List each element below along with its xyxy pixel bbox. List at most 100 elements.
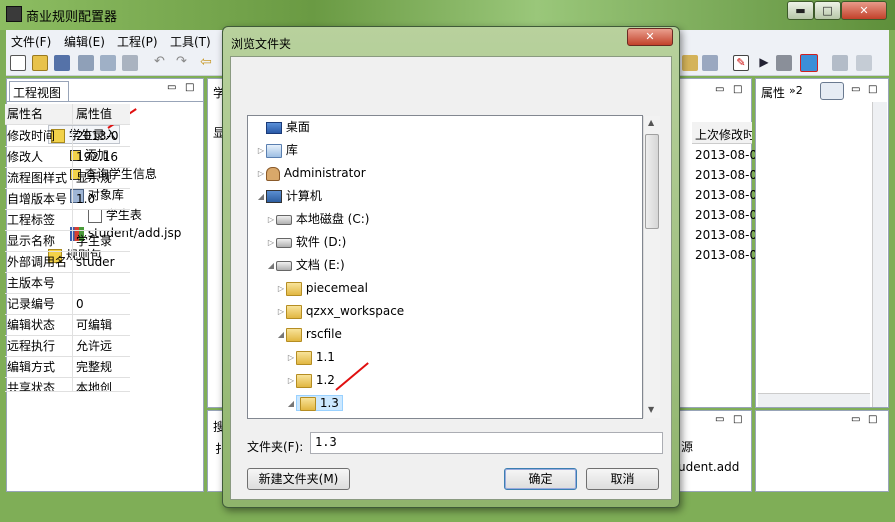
folder-node-label: 库: [285, 143, 298, 157]
save-icon[interactable]: [54, 55, 70, 71]
rule2-icon[interactable]: [702, 55, 718, 71]
run-icon[interactable]: ▶: [756, 55, 772, 71]
folder-node-qzxx-workspace[interactable]: ▷ qzxx_workspace: [276, 301, 404, 323]
scrollbar-thumb[interactable]: [645, 134, 659, 229]
property-row[interactable]: 共享状态 本地创: [5, 378, 130, 392]
tab-properties[interactable]: 属性: [761, 84, 785, 101]
property-row[interactable]: 修改人 192.16: [5, 147, 130, 168]
property-row[interactable]: 流程图样式 显示规: [5, 168, 130, 189]
library-icon: [266, 143, 282, 158]
expander-icon[interactable]: ◢: [266, 256, 276, 276]
expander-icon[interactable]: ▷: [276, 279, 286, 299]
panel-minimize-icon[interactable]: ▭: [715, 84, 724, 95]
panel-maximize-icon[interactable]: □: [185, 82, 194, 93]
open-folder-icon[interactable]: [32, 55, 48, 71]
menu-project[interactable]: 工程(P): [117, 33, 158, 50]
property-row[interactable]: 修改时间 2013-0: [5, 126, 130, 147]
minimize-button[interactable]: ▬: [787, 1, 814, 20]
folder-node-library[interactable]: ▷ 库: [256, 140, 298, 162]
properties-vscrollbar[interactable]: [872, 102, 887, 407]
panel-minimize-icon[interactable]: ▭: [715, 414, 724, 425]
expander-icon[interactable]: ◢: [276, 325, 286, 345]
property-row[interactable]: 显示名称 学生录: [5, 231, 130, 252]
tab-overflow[interactable]: »2: [789, 84, 803, 97]
copy-icon[interactable]: [100, 55, 116, 71]
undo-icon[interactable]: ↶: [154, 55, 170, 71]
save-all-icon[interactable]: [78, 55, 94, 71]
cancel-button[interactable]: 取消: [586, 468, 659, 490]
expander-icon[interactable]: ▷: [276, 302, 286, 322]
column-header-modified[interactable]: 上次修改时: [692, 122, 752, 144]
folder-node-1-2[interactable]: ▷ 1.2: [286, 370, 335, 392]
folder-tree[interactable]: 桌面 ▷ 库 ▷ Administrator ◢ 计算机 ▷ 本地磁盘 (C:)…: [247, 115, 660, 419]
panel-maximize-icon[interactable]: □: [868, 84, 877, 95]
chart-icon[interactable]: [776, 55, 792, 71]
maximize-button[interactable]: □: [814, 1, 841, 20]
property-row[interactable]: 自增版本号 1.0: [5, 189, 130, 210]
folder-tree-scrollbar[interactable]: ▲ ▼: [643, 116, 660, 418]
property-row[interactable]: 外部调用名 studer: [5, 252, 130, 273]
edit-icon[interactable]: ✎: [733, 55, 749, 71]
folder-node-rscfile[interactable]: ◢ rscfile: [276, 324, 342, 346]
divider: [7, 101, 203, 102]
folder-node-administrator[interactable]: ▷ Administrator: [256, 163, 366, 185]
rule-icon[interactable]: [682, 55, 698, 71]
expander-icon[interactable]: ◢: [286, 394, 296, 414]
folder-node-1-3[interactable]: ◢ 1.3: [286, 393, 343, 415]
properties-hscrollbar[interactable]: [758, 393, 870, 407]
close-window-button[interactable]: ✕: [841, 1, 887, 20]
back-icon[interactable]: ⇦: [200, 55, 216, 71]
folder-node-computer[interactable]: ◢ 计算机: [256, 186, 322, 208]
ok-button[interactable]: 确定: [504, 468, 577, 490]
dialog-close-button[interactable]: ✕: [627, 28, 673, 46]
folder-node-1-1[interactable]: ▷ 1.1: [286, 347, 335, 369]
folder-node-label: 1.1: [315, 350, 335, 364]
folder-icon: [296, 373, 312, 388]
expander-icon[interactable]: ▷: [256, 141, 266, 161]
scroll-down-icon[interactable]: ▼: [648, 405, 654, 414]
property-row[interactable]: 远程执行 允许远: [5, 336, 130, 357]
property-row[interactable]: 编辑状态 可编辑: [5, 315, 130, 336]
redo-icon[interactable]: ↷: [176, 55, 192, 71]
folder-node-piecemeal[interactable]: ▷ piecemeal: [276, 278, 368, 300]
tab-project-view[interactable]: 工程视图: [9, 81, 69, 101]
expander-icon[interactable]: ◢: [256, 187, 266, 207]
package-icon[interactable]: [832, 55, 848, 71]
folder-node-desktop[interactable]: 桌面: [256, 117, 310, 139]
expander-icon[interactable]: ▷: [286, 371, 296, 391]
app-icon: [6, 6, 22, 22]
property-key: 流程图样式: [5, 168, 73, 188]
folder-node-drive-e[interactable]: ◢ 文档 (E:): [266, 255, 345, 277]
panel-minimize-icon[interactable]: ▭: [851, 84, 860, 95]
scroll-up-icon[interactable]: ▲: [648, 118, 654, 127]
folder-node-drive-c[interactable]: ▷ 本地磁盘 (C:): [266, 209, 370, 231]
expander-icon[interactable]: ▷: [266, 210, 276, 230]
print-icon[interactable]: [122, 55, 138, 71]
menu-tools[interactable]: 工具(T): [170, 33, 211, 50]
selected-folder[interactable]: 1.3: [296, 395, 343, 411]
expander-icon[interactable]: ▷: [266, 233, 276, 253]
property-row[interactable]: 工程标签: [5, 210, 130, 231]
expander-icon[interactable]: ▷: [286, 348, 296, 368]
menu-file[interactable]: 文件(F): [11, 33, 51, 50]
new-folder-button[interactable]: 新建文件夹(M): [247, 468, 350, 490]
property-key: 记录编号: [5, 294, 73, 314]
folder-node-drive-d[interactable]: ▷ 软件 (D:): [266, 232, 346, 254]
debug-icon[interactable]: [800, 54, 818, 72]
export-icon[interactable]: [856, 55, 872, 71]
new-file-icon[interactable]: [10, 55, 26, 71]
property-row[interactable]: 编辑方式 完整规: [5, 357, 130, 378]
panel-maximize-icon[interactable]: □: [868, 414, 877, 425]
folder-input[interactable]: 1.3: [310, 432, 663, 454]
folder-node-label: 软件 (D:): [295, 235, 347, 249]
properties-toolbar-icon[interactable]: [820, 82, 844, 100]
expander-icon[interactable]: ▷: [256, 164, 266, 184]
property-row[interactable]: 记录编号 0: [5, 294, 130, 315]
property-key: 共享状态: [5, 378, 73, 391]
panel-maximize-icon[interactable]: □: [733, 414, 742, 425]
property-row[interactable]: 主版本号: [5, 273, 130, 294]
panel-minimize-icon[interactable]: ▭: [167, 82, 176, 93]
menu-edit[interactable]: 编辑(E): [64, 33, 105, 50]
panel-maximize-icon[interactable]: □: [733, 84, 742, 95]
panel-minimize-icon[interactable]: ▭: [851, 414, 860, 425]
